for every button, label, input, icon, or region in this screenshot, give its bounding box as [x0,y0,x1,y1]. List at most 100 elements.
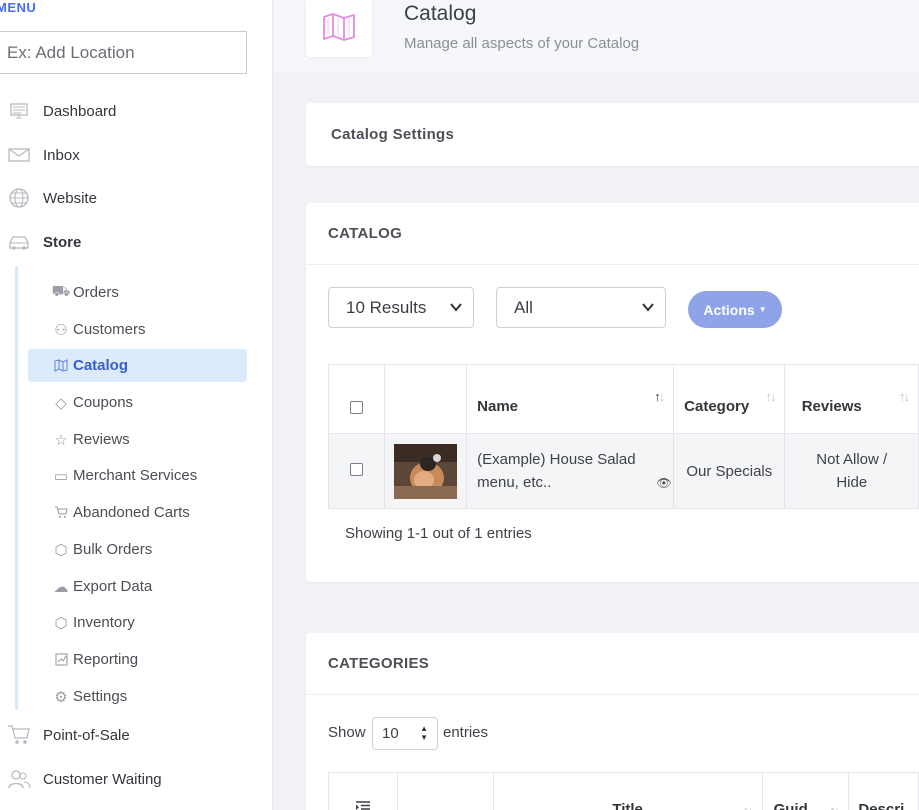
sidebar-subitem-catalog[interactable]: Catalog [28,349,247,382]
row-checkbox[interactable] [350,462,363,476]
sidebar-subitem-bulk-orders[interactable]: ⬡ Bulk Orders [28,533,247,566]
row-category-cell: Our Specials [673,433,786,509]
sidebar-item-store[interactable]: Store [0,227,81,257]
chevron-down-icon [450,303,462,312]
sidebar-subitem-label: Reviews [73,431,130,448]
reviews-column-header[interactable]: Reviews ↑↓ [784,364,919,434]
sidebar-subitem-label: Bulk Orders [73,541,153,558]
categories-table: Title ↑↓ Guid ↑↓ Descri [327,772,919,810]
product-name[interactable]: (Example) House Salad menu, etc.. [477,448,652,494]
sidebar-subitem-abandoned-carts[interactable]: Abandoned Carts [28,496,247,529]
eye-icon[interactable]: 👁 [656,476,671,490]
sidebar-subitem-inventory[interactable]: ⬡ Inventory [28,606,247,639]
cloud-upload-icon: ☁ [53,578,69,596]
catalog-card-title: CATALOG [306,203,919,265]
subnav-divider [15,266,18,710]
sidebar-subitem-settings[interactable]: ⚙ Settings [28,680,247,713]
users-small-icon: ⚇ [54,321,68,339]
box2-icon: ⬡ [54,614,68,632]
sidebar-subitem-customers[interactable]: ⚇ Customers [28,313,247,346]
sidebar-item-label: Customer Waiting [43,770,162,788]
box-icon: ⬡ [54,541,68,559]
row-reviews-cell: Not Allow / Hide [784,433,919,509]
sidebar-subitem-coupons[interactable]: ◇ Coupons [28,386,247,419]
filter-select[interactable]: All [496,287,666,328]
sidebar-item-label: Website [43,189,97,207]
sort-icon[interactable]: ↑↓ [654,389,665,404]
chevron-down-icon [642,303,654,312]
row-name-cell[interactable]: (Example) House Salad menu, etc.. 👁 [466,433,675,509]
product-thumbnail[interactable] [394,443,458,499]
monitor-icon [5,102,33,120]
sidebar-subitem-label: Abandoned Carts [73,504,190,521]
name-column-label: Name [477,398,519,415]
sidebar-item-website[interactable]: Website [0,183,97,213]
title-column-header[interactable]: Title ↑↓ [492,772,763,810]
actions-button[interactable]: Actions ▼ [688,291,782,328]
sidebar-subitem-label: Reporting [73,651,139,668]
sort-icon[interactable]: ↑↓ [743,803,754,810]
sort-icon[interactable]: ↑↓ [899,389,910,404]
tag-icon: ◇ [55,394,67,412]
description-column-label: Descri [858,801,905,810]
sidebar-subitem-label: Customers [73,321,146,338]
envelope-icon [5,147,33,163]
star-icon: ☆ [54,431,68,449]
sidebar-subitem-reviews[interactable]: ☆ Reviews [28,423,247,456]
description-column-header[interactable]: Descri [848,772,919,810]
table-header-row: Name ↑↓ Category ↑↓ Reviews ↑↓ [327,364,919,434]
category-column-label: Category [684,398,750,415]
table-row[interactable]: (Example) House Salad menu, etc.. 👁 Our … [327,433,919,509]
chart-icon [53,653,69,666]
reviews-status-line1: Not Allow / [816,451,888,468]
results-per-page-select[interactable]: 10 Results [328,287,474,328]
show-label: Show [328,724,366,741]
sidebar-subitem-label: Coupons [73,394,134,411]
guid-column-label: Guid [773,801,808,810]
sidebar: MENU Dashboard Inbox Website Store ⛟ Ord… [0,0,273,810]
sidebar-subitem-label: Inventory [73,614,135,631]
sidebar-subitem-label: Settings [73,688,128,705]
sort-icon[interactable]: ↑↓ [765,389,776,404]
image-column-header [384,364,468,434]
filter-select-value: All [514,297,533,317]
name-column-header[interactable]: Name ↑↓ [466,364,675,434]
sidebar-subitem-reporting[interactable]: Reporting [28,643,247,676]
sidebar-subitem-label: Orders [73,284,119,301]
page-title: Catalog [404,2,477,25]
sidebar-item-customer-waiting[interactable]: Customer Waiting [0,764,162,794]
actions-label: Actions [703,301,755,318]
catalog-settings-title[interactable]: Catalog Settings [306,103,919,165]
select-all-checkbox[interactable] [350,401,363,414]
entries-count-select[interactable]: 10 ▲ ▼ [372,717,438,750]
sidebar-subitem-export-data[interactable]: ☁ Export Data [28,570,247,603]
sidebar-item-point-of-sale[interactable]: Point-of-Sale [0,720,130,750]
reviews-column-label: Reviews [801,398,862,415]
sidebar-subitem-orders[interactable]: ⛟ Orders [28,276,247,309]
sidebar-item-dashboard[interactable]: Dashboard [0,96,116,126]
list-indent-icon[interactable] [355,801,371,810]
globe-icon [5,187,33,209]
page-subtitle: Manage all aspects of your Catalog [404,35,640,52]
caret-down-icon: ▼ [758,305,767,314]
sidebar-subitem-merchant-services[interactable]: ▭ Merchant Services [28,459,247,492]
menu-label: MENU [0,0,37,15]
sort-icon[interactable]: ↑↓ [829,803,840,810]
entries-label: entries [443,724,489,741]
showing-entries-text: Showing 1-1 out of 1 entries [345,525,532,542]
category-column-header[interactable]: Category ↑↓ [673,364,786,434]
select-all-header [327,364,386,434]
sidebar-item-inbox[interactable]: Inbox [0,140,80,170]
row-image-cell [384,433,468,509]
card-icon: ▭ [53,467,69,485]
results-select-value: 10 Results [346,297,427,317]
catalog-settings-card[interactable]: Catalog Settings [306,103,919,166]
catalog-table: Name ↑↓ Category ↑↓ Reviews ↑↓ (Example)… [327,364,919,509]
location-input[interactable] [0,31,247,74]
drag-column-header [327,772,399,810]
guid-column-header[interactable]: Guid ↑↓ [761,772,850,810]
catalog-logo [306,0,372,57]
product-category: Our Specials [686,462,773,480]
gear-icon: ⚙ [54,688,68,706]
sidebar-item-label: Dashboard [43,102,117,120]
